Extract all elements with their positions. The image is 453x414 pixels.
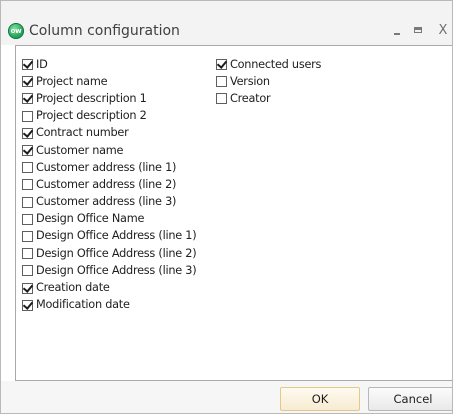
column-option-label: Connected users: [230, 57, 322, 71]
window-title: Column configuration: [29, 23, 180, 39]
column-checkbox[interactable]: [216, 76, 227, 88]
column-list-panel: ID Project name Project description 1 Proje…: [15, 45, 452, 381]
column-option[interactable]: Design Office Address (line 3): [22, 262, 197, 279]
column-list-right: Connected users Version Creator: [216, 56, 321, 108]
column-checkbox[interactable]: [22, 230, 33, 242]
column-checkbox[interactable]: [22, 162, 33, 174]
column-option-label: Project name: [36, 74, 108, 88]
column-checkbox[interactable]: [22, 248, 33, 260]
column-option[interactable]: Project description 1: [22, 90, 196, 107]
column-option[interactable]: Connected users: [216, 56, 321, 73]
column-option-label: Customer address (line 1): [36, 160, 177, 174]
maximize-icon[interactable]: [409, 23, 429, 39]
app-logo-text: ow: [10, 27, 22, 35]
column-option[interactable]: Project name: [22, 73, 196, 90]
dialog-footer: OK Cancel: [1, 381, 452, 413]
cancel-button[interactable]: Cancel: [368, 387, 452, 411]
column-option-label: Project description 1: [36, 91, 147, 105]
column-option-label: Creator: [230, 91, 271, 105]
column-option-label: ID: [36, 57, 48, 71]
column-option-label: Customer address (line 2): [36, 177, 177, 191]
column-option[interactable]: ID: [22, 56, 196, 73]
column-checkbox[interactable]: [22, 145, 33, 157]
column-option[interactable]: Creator: [216, 90, 321, 107]
column-option[interactable]: Project description 2: [22, 108, 196, 125]
column-checkbox[interactable]: [22, 282, 33, 294]
ok-button[interactable]: OK: [280, 387, 360, 411]
column-option[interactable]: Design Office Name: [22, 211, 196, 228]
column-option-label: Customer address (line 3): [36, 195, 177, 209]
column-checkbox[interactable]: [22, 179, 33, 191]
column-option[interactable]: Version: [216, 73, 321, 90]
column-checkbox[interactable]: [22, 110, 33, 122]
column-option-label: Contract number: [36, 126, 129, 140]
column-option[interactable]: Customer name: [22, 142, 196, 159]
column-checkbox[interactable]: [22, 127, 33, 139]
column-checkbox[interactable]: [216, 93, 227, 105]
column-option-label: Modification date: [36, 298, 130, 312]
title-bar[interactable]: ow Column configuration X: [1, 1, 452, 45]
column-option-label: Design Office Address (line 1): [36, 229, 197, 243]
column-checkbox[interactable]: [22, 93, 33, 105]
close-icon[interactable]: X: [433, 23, 452, 39]
column-option[interactable]: Contract number: [22, 125, 196, 142]
column-option-label: Design Office Address (line 2): [36, 246, 197, 260]
column-checkbox[interactable]: [22, 265, 33, 277]
column-option-label: Design Office Name: [36, 212, 145, 226]
column-option[interactable]: Design Office Address (line 2): [22, 245, 197, 262]
column-option[interactable]: Creation date: [22, 279, 196, 296]
app-logo-icon: ow: [8, 23, 24, 39]
column-configuration-dialog: ow Column configuration X ID Project name…: [0, 0, 453, 414]
minimize-icon[interactable]: [387, 23, 407, 39]
column-option-label: Design Office Address (line 3): [36, 263, 197, 277]
column-checkbox[interactable]: [22, 196, 33, 208]
column-checkbox[interactable]: [22, 213, 33, 225]
column-option-label: Creation date: [36, 281, 110, 295]
column-list-left: ID Project name Project description 1 Proje…: [22, 56, 197, 314]
column-option[interactable]: Customer address (line 3): [22, 194, 196, 211]
column-checkbox[interactable]: [216, 59, 227, 71]
column-checkbox[interactable]: [22, 299, 33, 311]
column-option-label: Customer name: [36, 143, 124, 157]
column-option[interactable]: Customer address (line 2): [22, 176, 196, 193]
column-checkbox[interactable]: [22, 59, 33, 71]
column-option[interactable]: Design Office Address (line 1): [22, 228, 197, 245]
column-checkbox[interactable]: [22, 76, 33, 88]
column-option-label: Project description 2: [36, 109, 147, 123]
column-option-label: Version: [230, 74, 270, 88]
column-option[interactable]: Customer address (line 1): [22, 159, 196, 176]
column-option[interactable]: Modification date: [22, 297, 196, 314]
